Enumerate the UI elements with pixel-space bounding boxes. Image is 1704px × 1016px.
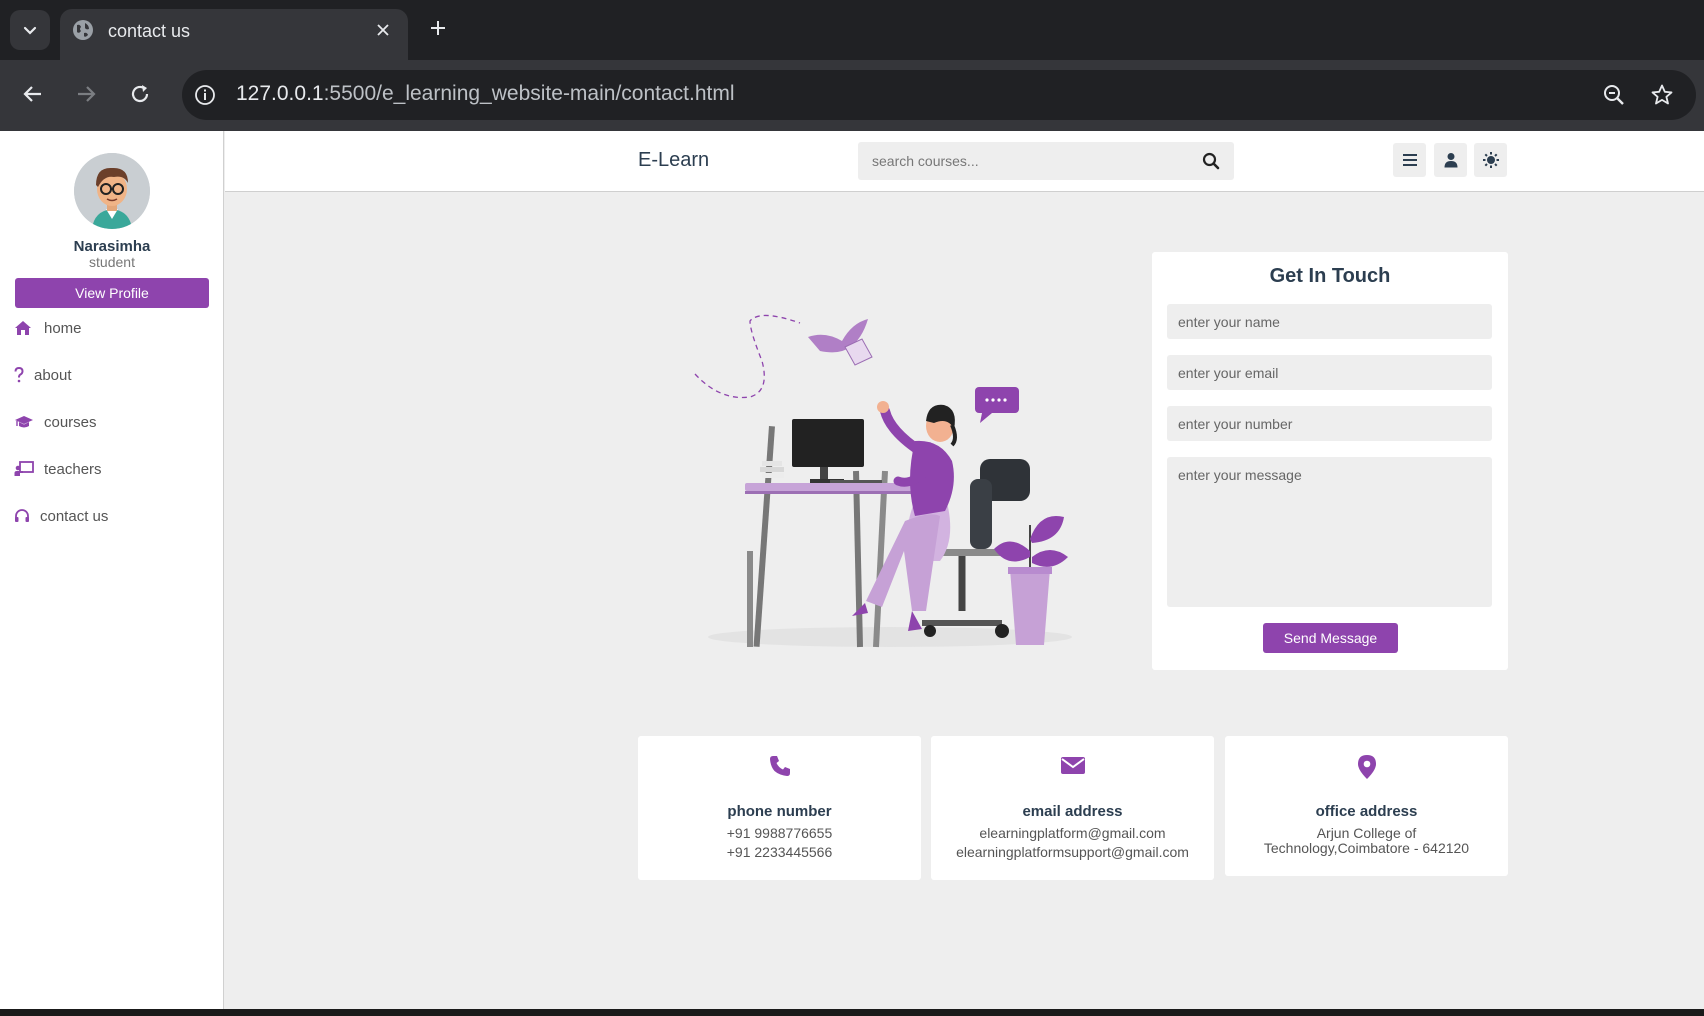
theme-toggle-button[interactable] — [1474, 143, 1507, 177]
number-field[interactable] — [1167, 406, 1492, 441]
sidebar-item-label: contact us — [40, 507, 109, 525]
tab-title: contact us — [108, 21, 191, 41]
menu-button[interactable] — [1393, 143, 1426, 177]
home-icon — [14, 319, 34, 337]
address-bar[interactable]: 127.0.0.1:5500/e_learning_website-main/c… — [182, 70, 1696, 120]
email-address-1[interactable]: elearningplatform@gmail.com — [931, 825, 1214, 841]
zoom-icon[interactable] — [1602, 83, 1626, 107]
envelope-icon — [1060, 757, 1085, 774]
sidebar-item-teachers[interactable]: teachers — [14, 457, 102, 481]
map-marker-icon — [1357, 755, 1376, 779]
forward-arrow-icon[interactable] — [72, 80, 100, 108]
office-info-card: office address Arjun College of Technolo… — [1225, 736, 1508, 876]
search-input[interactable] — [858, 142, 1188, 180]
browser-tab-active[interactable]: contact us — [60, 9, 408, 60]
view-profile-button[interactable]: View Profile — [15, 278, 209, 308]
taskbar-edge — [0, 1009, 1704, 1016]
sidebar: Narasimha student View Profile home abou… — [0, 131, 224, 1009]
url-host: 127.0.0.1 — [236, 82, 324, 105]
email-field[interactable] — [1167, 355, 1492, 390]
avatar[interactable] — [74, 153, 150, 229]
user-avatar-illustration — [74, 153, 150, 229]
page-viewport: Narasimha student View Profile home abou… — [0, 131, 1704, 1009]
send-message-button[interactable]: Send Message — [1263, 623, 1398, 653]
office-address-line-1: Arjun College of — [1316, 825, 1417, 841]
url-path: :5500/e_learning_website-main/contact.ht… — [323, 82, 735, 105]
graduation-cap-icon — [14, 413, 34, 431]
browser-toolbar: 127.0.0.1:5500/e_learning_website-main/c… — [0, 60, 1704, 131]
bookmark-star-icon[interactable] — [1650, 83, 1674, 107]
sidebar-item-contact-us[interactable]: contact us — [14, 504, 108, 528]
site-header: E-Learn — [225, 131, 1704, 192]
browser-tabstrip: contact us — [0, 0, 1704, 60]
user-icon — [1444, 153, 1457, 168]
phone-icon — [769, 756, 790, 776]
info-card-title: email address — [1022, 803, 1123, 820]
close-tab-icon[interactable] — [372, 19, 394, 41]
user-button[interactable] — [1434, 143, 1467, 177]
phone-number-1[interactable]: +91 9988776655 — [638, 825, 921, 841]
sidebar-item-label: courses — [44, 413, 97, 431]
phone-number-2[interactable]: +91 2233445566 — [638, 844, 921, 860]
search-form — [858, 142, 1234, 180]
sidebar-item-label: teachers — [44, 460, 102, 478]
new-tab-plus-icon[interactable] — [426, 16, 450, 40]
url-text[interactable]: 127.0.0.1:5500/e_learning_website-main/c… — [236, 82, 735, 106]
question-icon — [14, 366, 26, 384]
sidebar-item-about[interactable]: about — [14, 363, 72, 387]
form-title: Get In Touch — [1269, 265, 1391, 287]
reload-icon[interactable] — [126, 80, 154, 108]
phone-info-card: phone number +91 9988776655 +91 22334455… — [638, 736, 921, 880]
office-address-line-2: Technology,Coimbatore - 642120 — [1263, 840, 1470, 856]
sidebar-item-home[interactable]: home — [14, 316, 82, 340]
headset-icon — [14, 507, 32, 525]
search-icon[interactable] — [1202, 152, 1220, 170]
info-card-title: office address — [1315, 803, 1418, 820]
sidebar-item-label: about — [34, 366, 72, 384]
contact-form-card: Get In Touch Send Message — [1152, 252, 1508, 670]
email-info-card: email address elearningplatform@gmail.co… — [931, 736, 1214, 880]
message-field[interactable] — [1167, 457, 1492, 607]
tab-search-button[interactable] — [10, 10, 50, 50]
site-logo[interactable]: E-Learn — [638, 149, 709, 172]
contact-illustration — [694, 314, 1072, 648]
chevron-down-icon — [23, 26, 37, 35]
bars-icon — [1402, 154, 1417, 166]
globe-icon — [73, 20, 93, 40]
back-arrow-icon[interactable] — [19, 80, 47, 108]
chalkboard-teacher-icon — [14, 460, 34, 478]
user-name: Narasimha — [73, 238, 151, 255]
name-field[interactable] — [1167, 304, 1492, 339]
site-info-icon[interactable] — [194, 84, 216, 106]
user-role: student — [89, 254, 135, 270]
sun-icon — [1482, 152, 1499, 168]
sidebar-item-courses[interactable]: courses — [14, 410, 97, 434]
info-card-title: phone number — [727, 803, 832, 820]
sidebar-item-label: home — [44, 319, 82, 337]
email-address-2[interactable]: elearningplatformsupport@gmail.com — [931, 844, 1214, 860]
